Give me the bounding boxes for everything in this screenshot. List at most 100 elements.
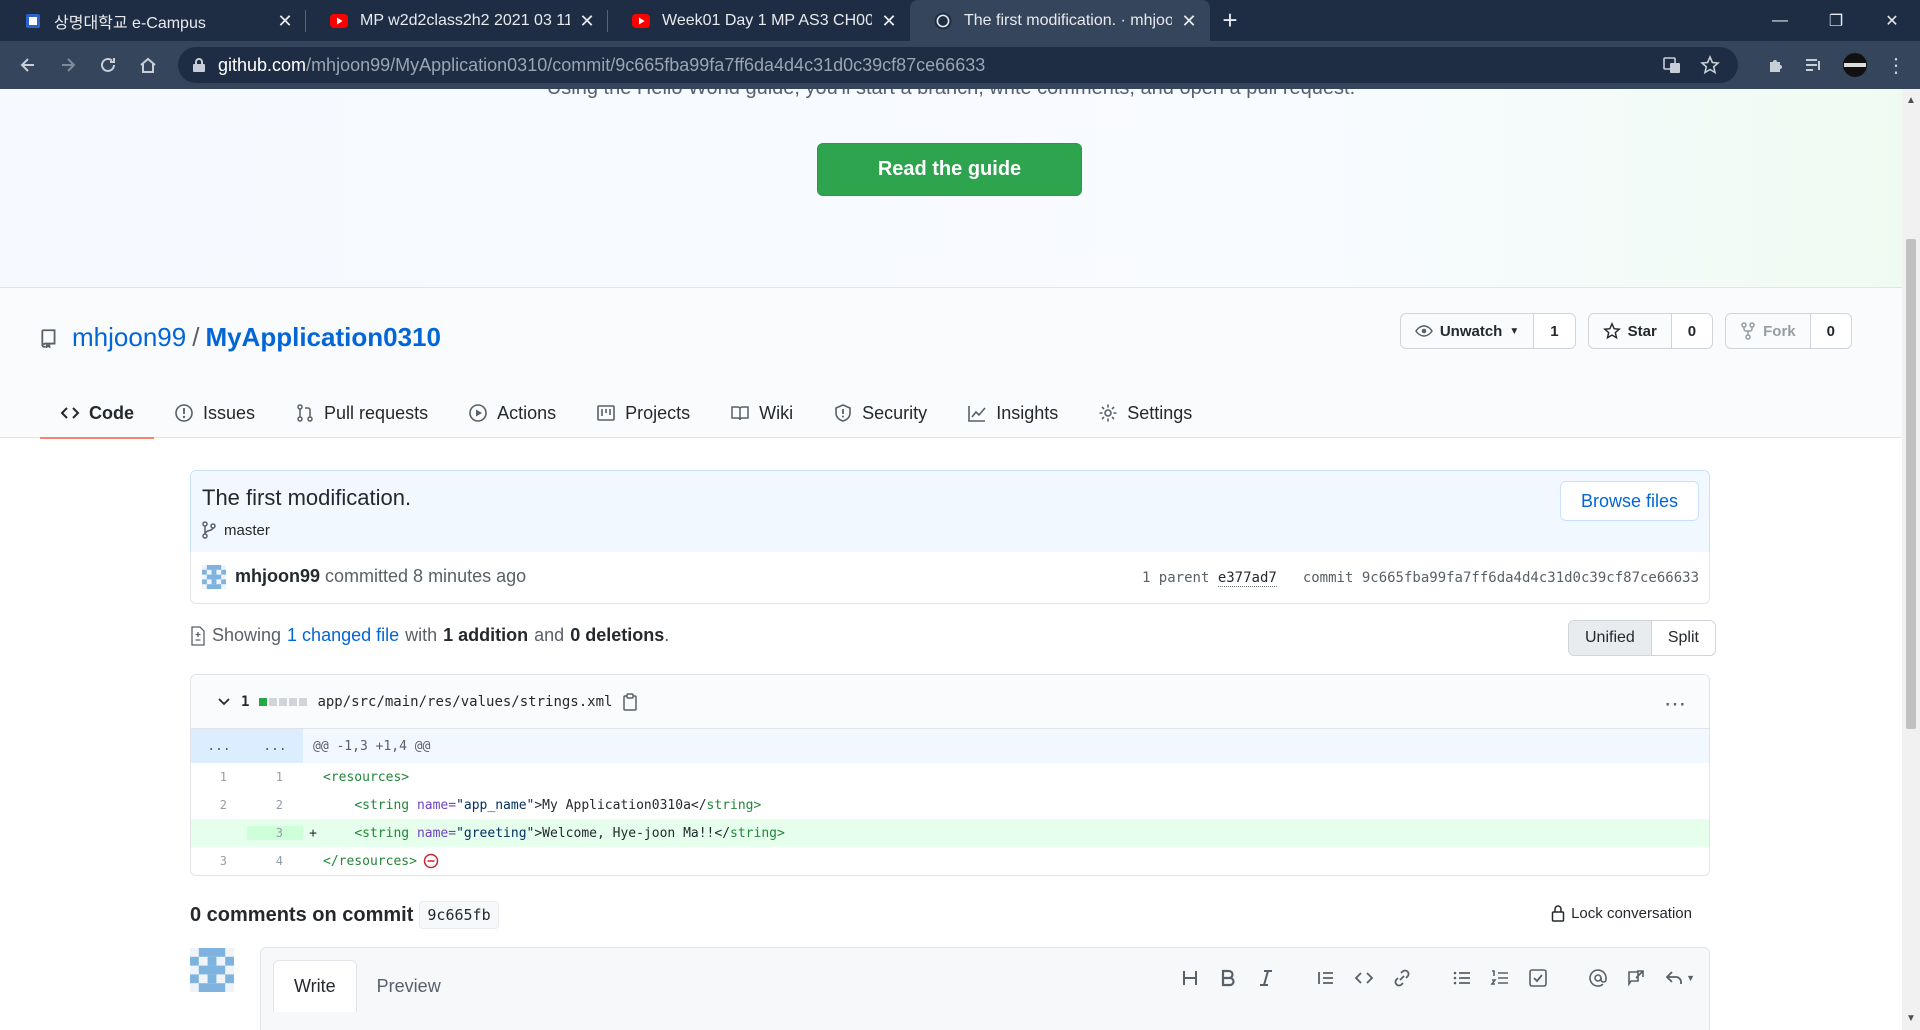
watch-count[interactable]: 1 xyxy=(1534,314,1575,348)
diff-line-added: 3 + <string name="greeting">Welcome, Hye… xyxy=(191,819,1709,847)
github-page: Using the Hello World guide, you'll star… xyxy=(0,89,1902,1030)
browse-files-button[interactable]: Browse files xyxy=(1559,481,1699,521)
watch-label: Unwatch xyxy=(1439,322,1503,340)
fork-count[interactable]: 0 xyxy=(1810,314,1851,348)
committed-time: committed 8 minutes ago xyxy=(325,566,527,586)
cross-reference-icon[interactable] xyxy=(1626,968,1646,988)
star-button[interactable]: Star 0 xyxy=(1587,313,1714,349)
quote-icon[interactable] xyxy=(1316,968,1336,988)
browser-tab-youtube-1[interactable]: MP w2d2class2h2 2021 03 11 1 ✕ xyxy=(306,0,608,41)
copy-path-icon[interactable] xyxy=(622,692,638,711)
extensions-icon[interactable] xyxy=(1766,55,1786,75)
browser-tab-github[interactable]: The first modification. · mhjoon ✕ xyxy=(910,0,1210,41)
fork-label: Fork xyxy=(1763,322,1796,340)
saved-reply-icon[interactable]: ▼ xyxy=(1664,968,1695,988)
file-diff-header: 1 app/src/main/res/values/strings.xml ⋯ xyxy=(191,675,1709,729)
branch-icon xyxy=(202,521,216,539)
code-icon[interactable] xyxy=(1354,968,1374,988)
repo-title: mhjoon99 / MyApplication0310 xyxy=(40,322,441,353)
star-label: Star xyxy=(1627,322,1657,340)
profile-avatar[interactable] xyxy=(1842,52,1868,78)
tab-pull-requests[interactable]: Pull requests xyxy=(275,388,448,438)
tab-projects[interactable]: Projects xyxy=(576,388,710,438)
tab-issues[interactable]: Issues xyxy=(154,388,275,438)
page-scrollbar[interactable]: ▲ ▼ xyxy=(1902,89,1920,1030)
scrollbar-thumb[interactable] xyxy=(1906,239,1916,729)
collapse-chevron-icon[interactable] xyxy=(217,695,231,709)
url-host: github.com xyxy=(218,54,307,75)
task-list-icon[interactable] xyxy=(1528,968,1548,988)
author-link[interactable]: mhjoon99 xyxy=(235,566,320,586)
diffstat-blocks xyxy=(259,697,308,706)
address-bar[interactable]: github.com/mhjoon99/MyApplication0310/co… xyxy=(178,47,1738,83)
back-icon[interactable] xyxy=(8,45,48,85)
expand-down-button[interactable]: ... xyxy=(247,729,303,763)
italic-icon[interactable] xyxy=(1256,968,1276,988)
tab-wiki[interactable]: Wiki xyxy=(710,388,813,438)
split-button[interactable]: Split xyxy=(1652,621,1715,655)
markdown-toolbar: ▼ xyxy=(1180,968,1695,988)
tab-settings[interactable]: Settings xyxy=(1078,388,1212,438)
repo-name-link[interactable]: MyApplication0310 xyxy=(205,322,441,353)
expand-up-button[interactable]: ... xyxy=(191,729,247,763)
comments-heading: 0 comments on commit 9c665fb xyxy=(190,901,499,929)
minimize-icon[interactable]: — xyxy=(1752,0,1808,41)
graph-icon xyxy=(967,403,987,423)
scroll-up-icon[interactable]: ▲ xyxy=(1906,95,1916,106)
file-diff-icon xyxy=(190,625,206,646)
star-count[interactable]: 0 xyxy=(1671,314,1713,348)
user-avatar[interactable] xyxy=(190,948,234,992)
commit-sha-info: 1 parent e377ad7 commit 9c665fba99fa7ff6… xyxy=(1141,570,1699,587)
tab-code[interactable]: Code xyxy=(40,388,154,439)
translate-icon[interactable] xyxy=(1662,55,1682,75)
close-tab-icon[interactable]: ✕ xyxy=(1180,12,1198,30)
close-tab-icon[interactable]: ✕ xyxy=(880,12,898,30)
author-avatar[interactable] xyxy=(202,565,226,589)
window-close-icon[interactable]: ✕ xyxy=(1864,0,1920,41)
file-path[interactable]: app/src/main/res/values/strings.xml xyxy=(317,694,612,710)
heading-icon[interactable] xyxy=(1180,968,1200,988)
tab-insights[interactable]: Insights xyxy=(947,388,1078,438)
unified-button[interactable]: Unified xyxy=(1569,621,1652,655)
browser-tab-bar: 상명대학교 e-Campus ✕ MP w2d2class2h2 2021 03… xyxy=(0,0,1920,41)
parent-sha-link[interactable]: e377ad7 xyxy=(1217,570,1277,587)
tab-actions[interactable]: Actions xyxy=(448,388,576,438)
file-options-icon[interactable]: ⋯ xyxy=(1664,691,1687,717)
fork-icon xyxy=(1740,322,1756,340)
write-tab[interactable]: Write xyxy=(273,960,357,1012)
repo-owner-link[interactable]: mhjoon99 xyxy=(72,322,186,353)
watch-button[interactable]: Unwatch ▼ 1 xyxy=(1399,313,1576,349)
home-icon[interactable] xyxy=(128,45,168,85)
preview-tab[interactable]: Preview xyxy=(357,960,461,1012)
github-icon xyxy=(934,12,952,30)
file-diff: 1 app/src/main/res/values/strings.xml ⋯ … xyxy=(190,674,1710,876)
fork-button[interactable]: Fork 0 xyxy=(1725,313,1852,349)
forward-icon[interactable] xyxy=(48,45,88,85)
link-icon[interactable] xyxy=(1392,968,1412,988)
diff-stats: Showing 1 changed file with 1 addition a… xyxy=(190,625,669,646)
changed-files-link[interactable]: 1 changed file xyxy=(287,625,399,646)
scroll-down-icon[interactable]: ▼ xyxy=(1906,1013,1916,1024)
branch-name[interactable]: master xyxy=(224,522,270,539)
restore-icon[interactable]: ❐ xyxy=(1808,0,1864,41)
read-guide-button[interactable]: Read the guide xyxy=(817,143,1082,196)
browser-menu-icon[interactable]: ⋮ xyxy=(1886,53,1906,78)
numbered-list-icon[interactable] xyxy=(1490,968,1510,988)
browser-tab-youtube-2[interactable]: Week01 Day 1 MP AS3 CH00 fi ✕ xyxy=(608,0,910,41)
bold-icon[interactable] xyxy=(1218,968,1238,988)
new-tab-button[interactable]: + xyxy=(1210,0,1250,41)
close-tab-icon[interactable]: ✕ xyxy=(276,12,294,30)
change-count: 1 xyxy=(241,693,250,710)
reload-icon[interactable] xyxy=(88,45,128,85)
diff-line: 1 1 <resources> xyxy=(219,769,410,785)
lock-conversation-button[interactable]: Lock conversation xyxy=(1551,904,1692,922)
project-board-icon xyxy=(596,403,616,423)
diff-view-toggle: Unified Split xyxy=(1568,620,1716,656)
close-tab-icon[interactable]: ✕ xyxy=(578,12,596,30)
bookmark-star-icon[interactable] xyxy=(1700,55,1720,75)
bullet-list-icon[interactable] xyxy=(1452,968,1472,988)
tab-security[interactable]: Security xyxy=(813,388,947,438)
browser-tab-ecampus[interactable]: 상명대학교 e-Campus ✕ xyxy=(0,0,306,41)
mention-icon[interactable] xyxy=(1588,968,1608,988)
media-queue-icon[interactable] xyxy=(1804,55,1824,75)
